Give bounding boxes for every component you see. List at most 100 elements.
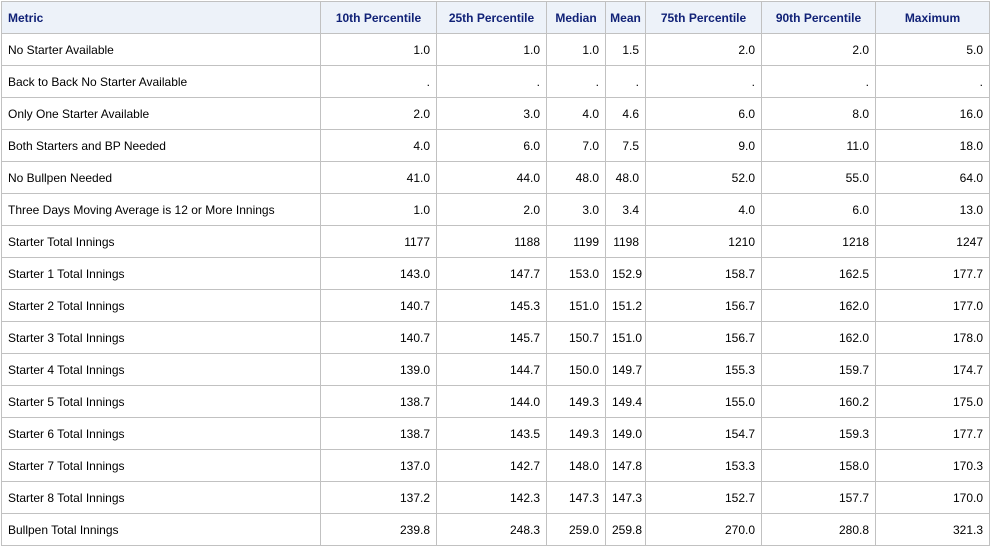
cell-90th-percentile: 280.8 — [761, 513, 876, 546]
table-row: No Starter Available 1.0 1.0 1.0 1.5 2.0 2.0 5.… — [1, 33, 990, 66]
cell-25th-percentile: 142.3 — [436, 481, 547, 514]
table-row: Starter 3 Total Innings 140.7 145.7 150.7 15… — [1, 321, 990, 354]
cell-metric: Back to Back No Starter Available — [1, 65, 321, 98]
cell-75th-percentile: 6.0 — [645, 97, 762, 130]
cell-maximum: 174.7 — [875, 353, 990, 386]
cell-median: 4.0 — [546, 97, 606, 130]
cell-75th-percentile: 155.0 — [645, 385, 762, 418]
cell-10th-percentile: 139.0 — [320, 353, 437, 386]
cell-metric: Three Days Moving Average is 12 or More … — [1, 193, 321, 226]
cell-metric: Starter 8 Total Innings — [1, 481, 321, 514]
table-row: Back to Back No Starter Available....... — [1, 65, 990, 98]
cell-25th-percentile: 145.3 — [436, 289, 547, 322]
cell-25th-percentile: 147.7 — [436, 257, 547, 290]
table-row: Starter 6 Total Innings 138.7 143.5 149.3 14… — [1, 417, 990, 450]
cell-75th-percentile: 52.0 — [645, 161, 762, 194]
cell-90th-percentile: 158.0 — [761, 449, 876, 482]
cell-mean: 149.0 — [605, 417, 646, 450]
cell-mean: 1.5 — [605, 33, 646, 66]
cell-maximum: 178.0 — [875, 321, 990, 354]
cell-median: 153.0 — [546, 257, 606, 290]
cell-90th-percentile: 2.0 — [761, 33, 876, 66]
cell-25th-percentile: 144.0 — [436, 385, 547, 418]
cell-median: 259.0 — [546, 513, 606, 546]
cell-90th-percentile: 162.0 — [761, 321, 876, 354]
cell-maximum: 1247 — [875, 225, 990, 258]
cell-90th-percentile: 162.0 — [761, 289, 876, 322]
cell-mean: 147.3 — [605, 481, 646, 514]
cell-10th-percentile: 2.0 — [320, 97, 437, 130]
cell-90th-percentile: 159.3 — [761, 417, 876, 450]
cell-75th-percentile: 1210 — [645, 225, 762, 258]
cell-metric: Only One Starter Available — [1, 97, 321, 130]
cell-mean: 48.0 — [605, 161, 646, 194]
cell-maximum: 18.0 — [875, 129, 990, 162]
cell-metric: Starter 3 Total Innings — [1, 321, 321, 354]
table-row: Three Days Moving Average is 12 or More … — [1, 193, 990, 226]
cell-90th-percentile: 55.0 — [761, 161, 876, 194]
cell-25th-percentile: 6.0 — [436, 129, 547, 162]
table-header: Metric 10th Percentile 25th Percentile M… — [1, 1, 990, 34]
cell-25th-percentile: 142.7 — [436, 449, 547, 482]
cell-10th-percentile: 137.2 — [320, 481, 437, 514]
cell-90th-percentile: 11.0 — [761, 129, 876, 162]
cell-metric: Starter 5 Total Innings — [1, 385, 321, 418]
cell-75th-percentile: 4.0 — [645, 193, 762, 226]
cell-maximum: 177.7 — [875, 417, 990, 450]
cell-mean: 3.4 — [605, 193, 646, 226]
header-row: Metric 10th Percentile 25th Percentile M… — [1, 1, 990, 34]
cell-maximum: 170.0 — [875, 481, 990, 514]
report-container: Metric 10th Percentile 25th Percentile M… — [1, 1, 991, 546]
table-row: Starter 7 Total Innings 137.0 142.7 148.0 14… — [1, 449, 990, 482]
cell-median: 148.0 — [546, 449, 606, 482]
cell-median: 48.0 — [546, 161, 606, 194]
cell-mean: 152.9 — [605, 257, 646, 290]
cell-median: 149.3 — [546, 417, 606, 450]
cell-median: 149.3 — [546, 385, 606, 418]
table-row: Starter 1 Total Innings 143.0 147.7 153.0 15… — [1, 257, 990, 290]
cell-maximum: 16.0 — [875, 97, 990, 130]
cell-mean: 149.7 — [605, 353, 646, 386]
cell-90th-percentile: . — [761, 65, 876, 98]
cell-median: 1.0 — [546, 33, 606, 66]
column-header-metric: Metric — [1, 1, 321, 34]
cell-median: 7.0 — [546, 129, 606, 162]
cell-median: . — [546, 65, 606, 98]
table-body: No Starter Available 1.0 1.0 1.0 1.5 2.0 2.0 5.… — [1, 33, 990, 546]
cell-mean: 4.6 — [605, 97, 646, 130]
cell-10th-percentile: 137.0 — [320, 449, 437, 482]
cell-maximum: 177.7 — [875, 257, 990, 290]
cell-mean: 259.8 — [605, 513, 646, 546]
cell-maximum: 177.0 — [875, 289, 990, 322]
cell-metric: Starter 4 Total Innings — [1, 353, 321, 386]
column-header-maximum: Maximum — [875, 1, 990, 34]
cell-maximum: 321.3 — [875, 513, 990, 546]
table-row: Both Starters and BP Needed 4.0 6.0 7.0 7.5 9… — [1, 129, 990, 162]
cell-10th-percentile: 140.7 — [320, 321, 437, 354]
column-header-25th-percentile: 25th Percentile — [436, 1, 547, 34]
cell-25th-percentile: 144.7 — [436, 353, 547, 386]
cell-10th-percentile: 138.7 — [320, 417, 437, 450]
cell-metric: Both Starters and BP Needed — [1, 129, 321, 162]
cell-10th-percentile: 4.0 — [320, 129, 437, 162]
cell-median: 3.0 — [546, 193, 606, 226]
cell-metric: Bullpen Total Innings — [1, 513, 321, 546]
cell-75th-percentile: 155.3 — [645, 353, 762, 386]
cell-75th-percentile: 154.7 — [645, 417, 762, 450]
cell-90th-percentile: 6.0 — [761, 193, 876, 226]
statistics-table: Metric 10th Percentile 25th Percentile M… — [1, 1, 990, 546]
cell-75th-percentile: . — [645, 65, 762, 98]
cell-75th-percentile: 152.7 — [645, 481, 762, 514]
cell-mean: 149.4 — [605, 385, 646, 418]
cell-maximum: 5.0 — [875, 33, 990, 66]
cell-75th-percentile: 158.7 — [645, 257, 762, 290]
cell-25th-percentile: 1188 — [436, 225, 547, 258]
cell-median: 150.7 — [546, 321, 606, 354]
cell-maximum: 175.0 — [875, 385, 990, 418]
cell-mean: 7.5 — [605, 129, 646, 162]
cell-90th-percentile: 8.0 — [761, 97, 876, 130]
cell-mean: 151.0 — [605, 321, 646, 354]
cell-metric: No Bullpen Needed — [1, 161, 321, 194]
cell-75th-percentile: 156.7 — [645, 289, 762, 322]
cell-25th-percentile: 3.0 — [436, 97, 547, 130]
